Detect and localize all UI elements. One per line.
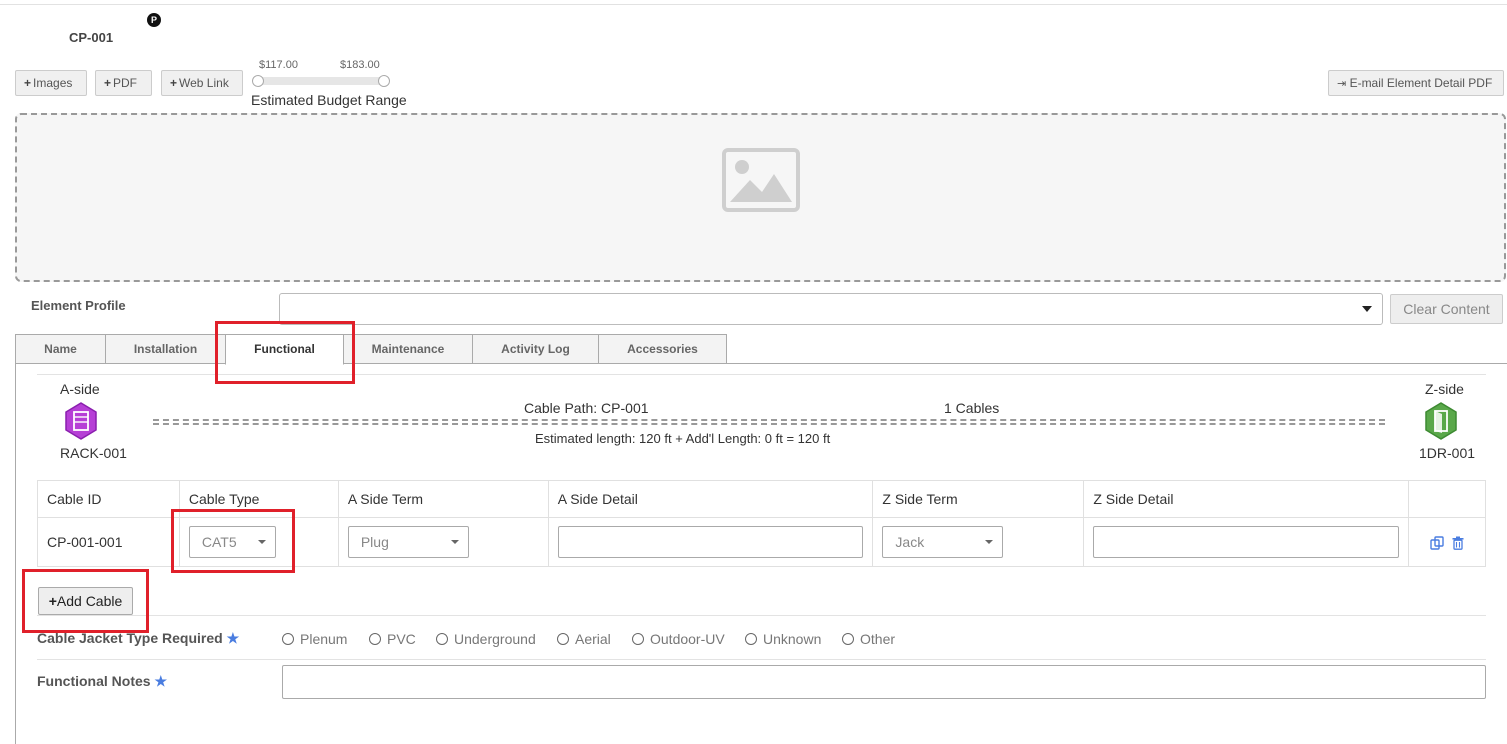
column-header: Z Side Term [872, 480, 1085, 518]
column-header [1407, 480, 1487, 518]
add-images-button[interactable]: + Images [15, 70, 87, 96]
cable-path-label: Cable Path: CP-001 [524, 400, 649, 416]
jacket-option-outdoor-uv[interactable]: Outdoor-UV [632, 631, 725, 647]
row-divider [37, 615, 1486, 616]
plus-icon: + [170, 76, 178, 90]
tab-maintenance[interactable]: Maintenance [343, 334, 473, 364]
radio-circle[interactable] [745, 633, 757, 645]
plus-icon: + [48, 593, 57, 609]
trash-icon[interactable] [1452, 536, 1464, 550]
add-cable-button[interactable]: +Add Cable [38, 587, 133, 615]
cable-path-line [153, 419, 1385, 425]
required-star-icon: ★ [154, 673, 168, 689]
panel-left-border [15, 364, 16, 744]
element-profile-label: Element Profile [31, 298, 126, 313]
door-icon[interactable] [1424, 402, 1458, 440]
row-divider [37, 659, 1486, 660]
cable-table: Cable ID Cable Type A Side Term A Side D… [37, 480, 1487, 567]
panel-top-divider [37, 374, 1486, 375]
p-badge-icon[interactable]: P [147, 13, 161, 27]
a-side-label: A-side [60, 381, 100, 397]
z-side-term-cell: Jack [872, 517, 1085, 567]
cable-type-cell: CAT5 [178, 517, 339, 567]
radio-circle[interactable] [369, 633, 381, 645]
jacket-option-other[interactable]: Other [842, 631, 895, 647]
a-side-term-cell: Plug [337, 517, 549, 567]
functional-notes-label: Functional Notes ★ [37, 673, 168, 689]
jacket-option-pvc[interactable]: PVC [369, 631, 416, 647]
element-title: CP-001 [69, 30, 114, 45]
budget-min-handle[interactable] [252, 75, 264, 87]
add-web-link-button[interactable]: + Web Link [161, 70, 243, 96]
plus-icon: + [104, 76, 112, 90]
sign-in-icon: ⇥ [1337, 78, 1347, 90]
caret-down-icon [1362, 306, 1372, 312]
table-header-row: Cable ID Cable Type A Side Term A Side D… [37, 480, 1487, 518]
z-side-detail-input[interactable] [1093, 526, 1399, 558]
cable-count-label: 1 Cables [944, 400, 1000, 416]
table-row: CP-001-001 CAT5 Plug Jack [37, 517, 1487, 567]
row-actions-cell [1407, 517, 1487, 567]
jacket-option-plenum[interactable]: Plenum [282, 631, 347, 647]
radio-circle[interactable] [557, 633, 569, 645]
budget-slider-track[interactable] [258, 77, 384, 85]
a-side-term-select[interactable]: Plug [347, 526, 469, 558]
radio-circle[interactable] [842, 633, 854, 645]
z-side-detail-cell [1083, 517, 1409, 567]
top-divider [0, 4, 1507, 5]
radio-circle[interactable] [632, 633, 644, 645]
jacket-option-aerial[interactable]: Aerial [557, 631, 611, 647]
tab-activity-log[interactable]: Activity Log [472, 334, 599, 364]
a-side-detail-input[interactable] [557, 526, 864, 558]
cable-jacket-type-label: Cable Jacket Type Required ★ [37, 630, 240, 646]
column-header: A Side Detail [547, 480, 874, 518]
cable-id-cell: CP-001-001 [37, 517, 180, 567]
estimated-length-label: Estimated length: 120 ft + Add'l Length:… [535, 431, 831, 446]
column-header: A Side Term [337, 480, 549, 518]
z-side-element-name: 1DR-001 [1419, 445, 1476, 461]
a-side-detail-cell [547, 517, 874, 567]
budget-max-handle[interactable] [378, 75, 390, 87]
tab-accessories[interactable]: Accessories [598, 334, 727, 364]
caret-down-icon [985, 540, 994, 544]
budget-range-label: Estimated Budget Range [251, 92, 407, 108]
column-header: Cable Type [178, 480, 339, 518]
a-side-element-name: RACK-001 [60, 445, 127, 461]
add-pdf-button[interactable]: + PDF [95, 70, 152, 96]
required-star-icon: ★ [226, 630, 240, 646]
z-side-term-select[interactable]: Jack [882, 526, 1004, 558]
element-profile-select[interactable] [279, 293, 1383, 325]
column-header: Z Side Detail [1083, 480, 1409, 518]
tab-name[interactable]: Name [15, 334, 106, 364]
jacket-option-unknown[interactable]: Unknown [745, 631, 821, 647]
budget-min-label: $117.00 [259, 59, 298, 71]
caret-down-icon [257, 540, 266, 544]
tab-installation[interactable]: Installation [105, 334, 226, 364]
tab-functional[interactable]: Functional [225, 334, 344, 365]
caret-down-icon [450, 540, 459, 544]
column-header: Cable ID [37, 480, 180, 518]
jacket-option-underground[interactable]: Underground [436, 631, 536, 647]
rack-icon[interactable] [64, 402, 98, 440]
radio-circle[interactable] [436, 633, 448, 645]
z-side-label: Z-side [1425, 381, 1464, 397]
cable-type-select[interactable]: CAT5 [188, 526, 276, 558]
email-element-pdf-button[interactable]: ⇥ E-mail Element Detail PDF [1328, 70, 1504, 96]
copy-icon[interactable] [1430, 536, 1444, 550]
budget-max-label: $183.00 [340, 59, 380, 71]
clear-content-button[interactable]: Clear Content [1390, 294, 1503, 324]
functional-notes-input[interactable] [282, 665, 1486, 699]
image-placeholder-icon [722, 148, 800, 212]
radio-circle[interactable] [282, 633, 294, 645]
plus-icon: + [24, 76, 32, 90]
